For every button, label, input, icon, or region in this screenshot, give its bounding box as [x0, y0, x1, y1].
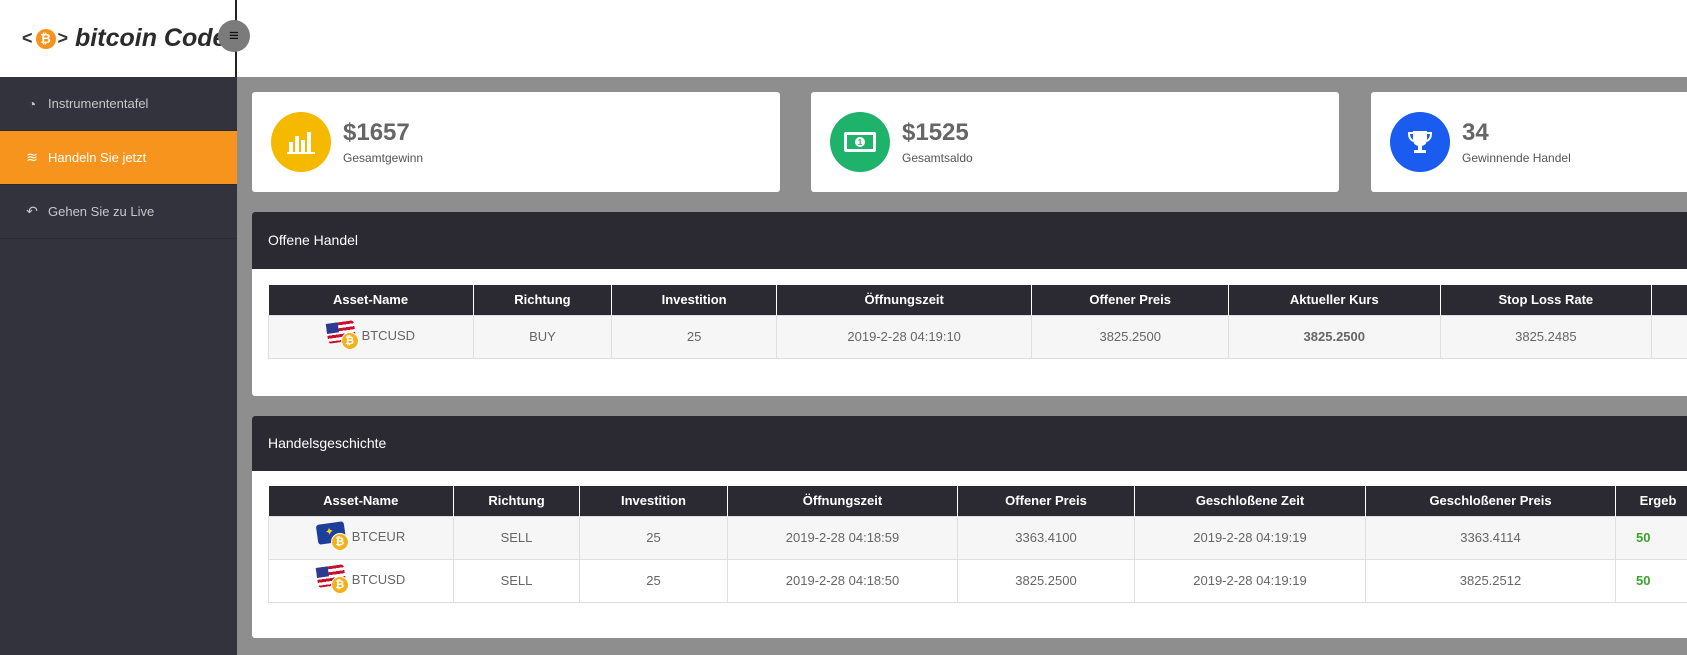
result-cell: 50 — [1615, 558, 1687, 603]
column-header[interactable]: Richtung — [453, 486, 580, 516]
open-price-cell: 3825.2500 — [957, 558, 1135, 603]
column-header[interactable] — [1651, 285, 1687, 315]
column-header[interactable]: Geschloßene Zeit — [1134, 486, 1366, 516]
column-header[interactable]: Investition — [611, 285, 777, 315]
wifi-icon: ≋ — [26, 149, 38, 165]
column-header[interactable]: Aktueller Kurs — [1228, 285, 1441, 315]
open-trades-panel: Offene Handel Asset-Name Richtung Invest… — [252, 212, 1687, 396]
column-header[interactable]: Asset-Name — [268, 486, 454, 516]
asset-cell: ₿ BTCUSD — [268, 314, 474, 359]
open-time-cell: 2019-2-28 04:18:59 — [727, 515, 958, 560]
top-header — [0, 0, 1687, 77]
table-row[interactable]: ₿ BTCEUR SELL 25 2019-2-28 04:18:59 3363… — [268, 515, 1687, 560]
sidebar: ◔ Instrumententafel ≋ Handeln Sie jetzt … — [0, 77, 237, 655]
sidebar-item-go-live[interactable]: ↶ Gehen Sie zu Live — [0, 185, 237, 239]
column-header[interactable]: Geschloßener Preis — [1365, 486, 1616, 516]
sidebar-item-label: Gehen Sie zu Live — [48, 204, 155, 219]
open-price-cell: 3363.4100 — [957, 515, 1135, 560]
reply-icon: ↶ — [26, 203, 38, 219]
code-bracket-left: < — [22, 28, 32, 48]
asset-name: BTCEUR — [351, 528, 406, 544]
panel-title: Handelsgeschichte — [252, 416, 1687, 471]
bitcoin-coin-icon: ₿ — [35, 28, 56, 49]
investment-cell: 25 — [579, 515, 728, 560]
money-icon: 1 — [830, 112, 890, 172]
svg-text:1: 1 — [858, 138, 863, 147]
column-header[interactable]: Stop Loss Rate — [1440, 285, 1653, 315]
table-row[interactable]: ₿ BTCUSD BUY 25 2019-2-28 04:19:10 3825.… — [268, 314, 1687, 359]
result-cell: 50 — [1615, 515, 1687, 560]
direction-cell: BUY — [472, 314, 613, 359]
close-time-cell: 2019-2-28 04:19:19 — [1134, 515, 1366, 560]
us-flag-bitcoin-icon: ₿ — [315, 564, 351, 594]
investment-cell: 25 — [611, 314, 777, 359]
column-header[interactable]: Offener Preis — [957, 486, 1135, 516]
close-price-cell: 3363.4114 — [1365, 515, 1616, 560]
investment-cell: 25 — [579, 558, 728, 603]
open-price-cell: 3825.2500 — [1031, 314, 1229, 359]
stat-label: Gesamtsaldo — [902, 150, 973, 165]
sidebar-item-label: Handeln Sie jetzt — [48, 150, 147, 165]
column-header[interactable]: Öffnungszeit — [776, 285, 1033, 315]
menu-toggle-button[interactable]: ≡ — [218, 20, 250, 52]
stat-value: 34 — [1462, 118, 1489, 146]
stop-loss-cell: 3825.2485 — [1439, 314, 1653, 359]
stat-value: $1525 — [902, 118, 969, 146]
column-header[interactable]: Offener Preis — [1031, 285, 1229, 315]
stat-value: $1657 — [343, 118, 410, 146]
column-header[interactable]: Investition — [579, 486, 728, 516]
stat-label: Gewinnende Handel — [1462, 150, 1571, 165]
open-time-cell: 2019-2-28 04:19:10 — [775, 314, 1033, 359]
trade-history-panel: Handelsgeschichte Asset-Name Richtung In… — [252, 416, 1687, 638]
dashboard-icon: ◔ — [27, 95, 37, 112]
direction-cell: SELL — [453, 515, 580, 560]
brand-name: bitcoin Code — [75, 24, 227, 52]
direction-cell: SELL — [453, 558, 580, 603]
extra-cell — [1651, 314, 1687, 359]
stat-card-total-balance: 1 $1525 Gesamtsaldo — [811, 92, 1339, 192]
close-time-cell: 2019-2-28 04:19:19 — [1134, 558, 1366, 603]
stat-label: Gesamtgewinn — [343, 150, 424, 165]
sidebar-item-trade-now[interactable]: ≋ Handeln Sie jetzt — [0, 131, 237, 185]
panel-title: Offene Handel — [252, 212, 1687, 269]
stat-card-total-profit: $1657 Gesamtgewinn — [252, 92, 780, 192]
eu-flag-bitcoin-icon: ₿ — [315, 521, 351, 551]
open-trades-table: Asset-Name Richtung Investition Öffnungs… — [268, 285, 1687, 359]
column-header[interactable]: Richtung — [473, 285, 613, 315]
code-bracket-right: > — [57, 28, 68, 48]
asset-cell: ₿ BTCUSD — [268, 558, 454, 603]
sidebar-item-dashboard[interactable]: ◔ Instrumententafel — [0, 77, 237, 131]
open-time-cell: 2019-2-28 04:18:50 — [727, 558, 958, 603]
table-row[interactable]: ₿ BTCUSD SELL 25 2019-2-28 04:18:50 3825… — [268, 558, 1687, 603]
asset-name: BTCUSD — [361, 327, 416, 343]
current-rate-cell: 3825.2500 — [1227, 314, 1441, 359]
sidebar-item-label: Instrumententafel — [48, 96, 149, 111]
trophy-icon — [1390, 112, 1450, 172]
close-price-cell: 3825.2512 — [1365, 558, 1616, 603]
column-header[interactable]: Öffnungszeit — [727, 486, 958, 516]
us-flag-bitcoin-icon: ₿ — [325, 320, 361, 350]
bar-chart-icon — [271, 112, 331, 172]
asset-name: BTCUSD — [351, 571, 406, 587]
trade-history-table: Asset-Name Richtung Investition Öffnungs… — [268, 486, 1687, 603]
stat-card-winning-trades: 34 Gewinnende Handel — [1371, 92, 1687, 192]
brand-logo[interactable]: < ₿ > bitcoin Code — [0, 0, 236, 77]
column-header[interactable]: Ergeb — [1615, 486, 1687, 516]
column-header[interactable]: Asset-Name — [268, 285, 474, 315]
asset-cell: ₿ BTCEUR — [268, 515, 454, 560]
